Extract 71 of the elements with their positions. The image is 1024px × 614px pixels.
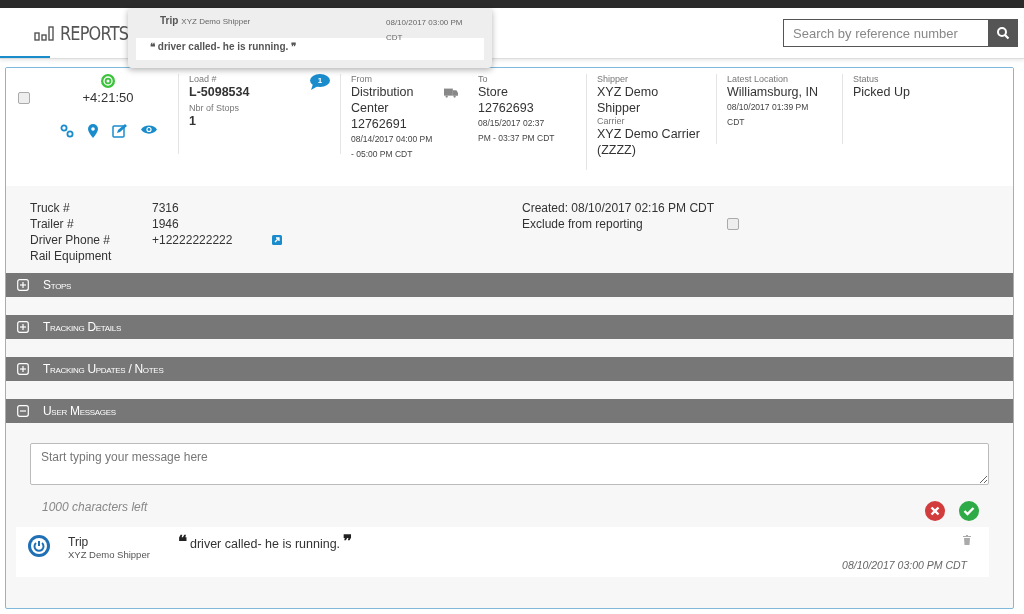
message-title: Trip: [68, 535, 90, 549]
field-label: From: [351, 74, 373, 84]
expand-icon[interactable]: [17, 321, 29, 333]
search-field[interactable]: Search by reference number: [783, 19, 988, 47]
section-title: Stops: [43, 278, 72, 292]
time-window: 08/14/2017 04:00 PM - 05:00 PM CDT: [351, 132, 436, 162]
location-name: Store: [478, 84, 509, 100]
signal-icon: [101, 74, 115, 88]
row-checkbox[interactable]: [18, 92, 30, 104]
expand-icon[interactable]: [17, 279, 29, 291]
field-label: Nbr of Stops: [189, 103, 241, 113]
detail-value: 7316: [152, 200, 180, 216]
tooltip-time: 08/10/2017 03:00 PM CDT: [386, 17, 464, 38]
section-header[interactable]: User Messages: [6, 399, 1013, 423]
location-reference: 12762691: [351, 116, 408, 132]
detail-label: Rail Equipment: [30, 248, 113, 264]
field-label: To: [478, 74, 489, 84]
section-title: Tracking Updates / Notes: [43, 362, 164, 376]
map-pin-icon[interactable]: [87, 124, 98, 138]
cancel-button[interactable]: [925, 501, 945, 521]
field-label: Latest Location: [727, 74, 790, 84]
message-field[interactable]: Start typing your message here: [30, 443, 989, 485]
detail-label: Truck #: [30, 200, 71, 216]
status-value: Picked Up: [853, 84, 911, 100]
search-icon: [996, 26, 1010, 40]
section-header[interactable]: Tracking Details: [6, 315, 1013, 339]
external-link-icon[interactable]: [272, 235, 282, 245]
field-label: Shipper: [597, 74, 630, 84]
field-label: Carrier: [597, 116, 626, 126]
elapsed-time: +4:21:50: [82, 90, 134, 106]
created-time: Created: 08/10/2017 02:16 PM CDT: [522, 200, 716, 216]
stops-count: 1: [189, 113, 197, 129]
bar-chart-icon: [34, 25, 54, 41]
message-sender: XYZ Demo Shipper: [68, 549, 151, 560]
time-window: 08/15/2017 02:37 PM - 03:37 PM CDT: [478, 116, 558, 146]
quote-mark: ❞: [343, 535, 353, 549]
location-reference: 12762693: [478, 100, 535, 116]
link-icon[interactable]: [59, 124, 74, 138]
section-title: Tracking Details: [43, 320, 121, 334]
collapse-icon[interactable]: [17, 405, 29, 417]
search-button[interactable]: [988, 19, 1018, 47]
load-number: L-5098534: [189, 84, 250, 100]
power-icon: [28, 535, 50, 557]
quote-mark: ❝: [178, 535, 187, 549]
section-header[interactable]: Stops: [6, 273, 1013, 297]
detail-label: Driver Phone #: [30, 232, 112, 248]
exclude-checkbox[interactable]: [727, 218, 739, 230]
tooltip-title: Trip XYZ Demo Shipper: [160, 15, 251, 28]
location-time: 08/10/2017 01:39 PM CDT: [727, 101, 810, 129]
exclude-label: Exclude from reporting: [522, 216, 644, 232]
field-label: Load #: [189, 74, 218, 84]
section-header[interactable]: Tracking Updates / Notes: [6, 357, 1013, 381]
location-name: Distribution Center: [351, 84, 415, 116]
eye-icon[interactable]: [140, 124, 157, 135]
characters-left: 1000 characters left: [42, 500, 148, 514]
carrier-name: XYZ Demo Carrier (ZZZZ): [597, 126, 701, 158]
detail-value: +12222222222: [152, 232, 234, 248]
trash-icon[interactable]: [963, 535, 971, 545]
expand-icon[interactable]: [17, 363, 29, 375]
detail-value: 1946: [152, 216, 180, 232]
reports-menu[interactable]: REPORTS: [60, 22, 129, 44]
edit-icon[interactable]: [111, 124, 127, 138]
shipper-name: XYZ Demo Shipper: [597, 84, 660, 116]
detail-label: Trailer #: [30, 216, 75, 232]
field-label: Status: [853, 74, 880, 84]
message-time: 08/10/2017 03:00 PM CDT: [842, 559, 967, 571]
send-button[interactable]: [959, 501, 979, 521]
message-text: driver called- he is running.: [190, 536, 341, 553]
latest-location: Williamsburg, IN: [727, 84, 819, 100]
truck-icon: [443, 88, 458, 98]
section-title: User Messages: [43, 404, 116, 418]
